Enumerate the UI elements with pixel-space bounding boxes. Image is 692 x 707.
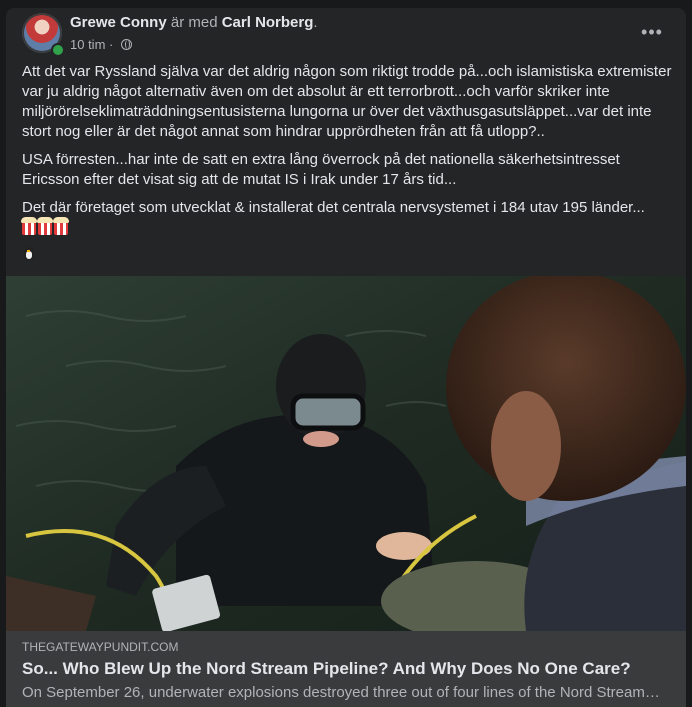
tagged-suffix: .	[313, 14, 318, 31]
feed-post: Grewe Conny är med Carl Norberg. 10 tim …	[6, 8, 686, 707]
link-domain: THEGATEWAYPUNDIT.COM	[22, 640, 179, 654]
tagged-person-link[interactable]: Carl Norberg	[222, 14, 314, 31]
post-paragraph: Det där företaget som utvecklat & instal…	[22, 199, 645, 216]
link-title[interactable]: So... Who Blew Up the Nord Stream Pipeli…	[22, 659, 672, 679]
with-text: är med	[166, 14, 222, 31]
popcorn-emoji-icon	[37, 217, 53, 235]
link-preview-image[interactable]	[6, 276, 686, 631]
post-time-link[interactable]: 10 tim	[70, 37, 105, 52]
post-header: Grewe Conny är med Carl Norberg. 10 tim …	[6, 8, 686, 60]
author-name-link[interactable]: Grewe Conny	[70, 14, 167, 31]
author-line: Grewe Conny är med Carl Norberg.	[70, 14, 318, 31]
penguin-emoji-icon	[24, 247, 34, 260]
link-description: On September 26, underwater explosions d…	[22, 684, 660, 701]
post-paragraph: Att det var Ryssland själva var det aldr…	[22, 63, 672, 140]
popcorn-emoji-icon	[53, 217, 69, 235]
link-preview-info[interactable]: THEGATEWAYPUNDIT.COM So... Who Blew Up t…	[6, 631, 686, 707]
globe-icon[interactable]	[120, 39, 132, 50]
more-options-icon: •••	[641, 21, 663, 42]
online-status-icon	[51, 43, 65, 57]
more-options-button[interactable]: •••	[632, 20, 672, 44]
post-meta: 10 tim ·	[70, 37, 132, 52]
post-paragraph: USA förresten...har inte de satt en extr…	[22, 151, 620, 188]
post-body: Att det var Ryssland själva var det aldr…	[21, 62, 674, 266]
emoji-row	[21, 217, 674, 235]
popcorn-emoji-icon	[21, 217, 37, 235]
meta-separator: ·	[105, 37, 117, 52]
link-preview-card[interactable]: THEGATEWAYPUNDIT.COM So... Who Blew Up t…	[6, 276, 686, 707]
diver-photo	[6, 276, 686, 631]
